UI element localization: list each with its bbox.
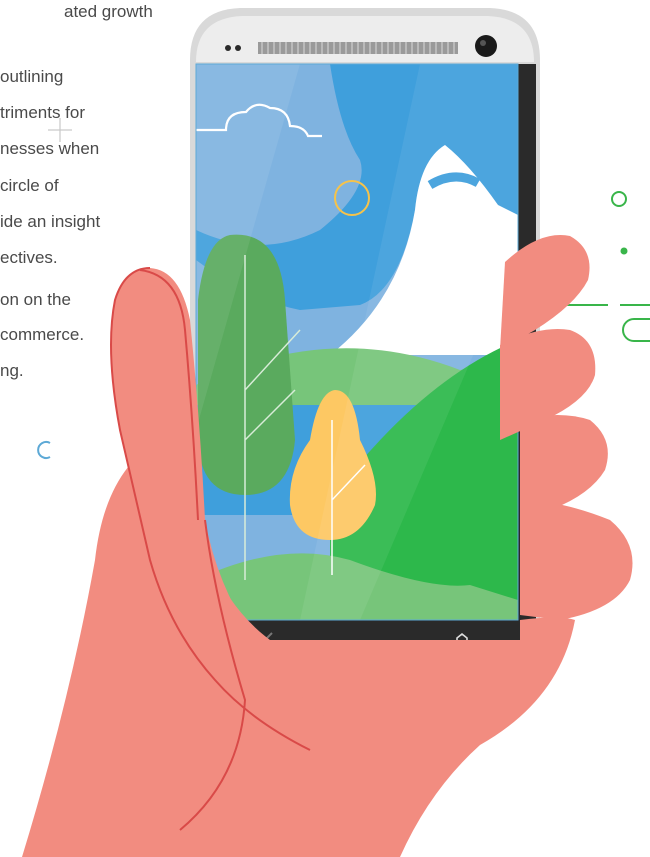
green-dot-icon xyxy=(620,247,628,255)
plus-mark xyxy=(48,118,72,142)
phone-in-hand-illustration xyxy=(22,8,650,857)
screen-illustration xyxy=(196,64,518,620)
blue-arc-icon xyxy=(37,441,51,459)
finger xyxy=(520,500,633,620)
camera-icon xyxy=(475,35,497,57)
green-ring-icon xyxy=(611,191,627,207)
green-pill-line xyxy=(622,318,650,342)
